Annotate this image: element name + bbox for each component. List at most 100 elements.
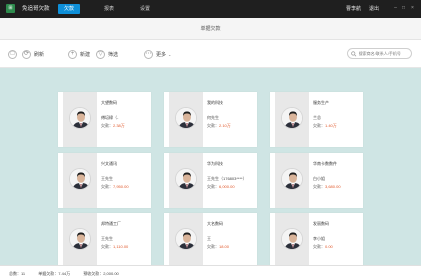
filter-label: 筛选 [108, 51, 119, 58]
debt-line: 欠款：6,000.00 [207, 184, 235, 190]
close-icon[interactable]: × [409, 4, 416, 13]
debt-label: 欠款： [313, 123, 325, 128]
contact-person: 兰总 [313, 115, 321, 120]
new-button[interactable]: + 新建 [68, 49, 90, 59]
customer-name: 大望数码 [101, 100, 117, 105]
page-title: 单据欠款 [200, 26, 221, 32]
contact-person: 王先生 [101, 176, 113, 181]
app-title: 免追哥欠款 [22, 6, 50, 12]
avatar-panel [275, 153, 309, 208]
tab-reports[interactable]: 报表 [98, 4, 120, 14]
avatar-panel [63, 213, 97, 268]
debt-line: 欠款：18.00 [207, 244, 229, 250]
logout-button[interactable]: 退出 [369, 0, 379, 18]
customer-card[interactable]: 发丽数码 李小姐 欠款：0.00 [270, 213, 363, 268]
debt-line: 欠款：3,680.00 [313, 184, 341, 190]
debt-label: 欠款： [101, 244, 113, 249]
debt-amount: 7,950.00 [113, 184, 129, 189]
search-input[interactable] [358, 51, 411, 56]
customer-name: 我的科技 [207, 100, 223, 105]
debt-amount: 18.00 [219, 244, 230, 249]
toolbar: □ ⟳ 刷新 + 新建 ▽ 筛选 ⋯ 更多 ⌄ [0, 40, 421, 68]
tab-settings[interactable]: 设置 [134, 4, 156, 14]
debt-amount: 2.10万 [219, 123, 231, 128]
filter-icon: ▽ [96, 49, 105, 59]
app-logo-icon: ⊞ [6, 4, 15, 13]
prepaid-debt-total: 预收欠款：2,000.00 [83, 271, 119, 276]
checkbox-icon: □ [8, 49, 17, 59]
search-icon [351, 50, 357, 56]
contact-person: 王先生（176803****） [207, 176, 247, 181]
avatar [69, 168, 91, 190]
debt-line: 欠款：1.40万 [313, 123, 337, 129]
top-bar: ⊞ 免追哥欠款 欠款 报表 设置 曹李航 退出 – □ × [0, 0, 421, 18]
customer-card[interactable]: 大名数码王欠款：18.00 [164, 213, 257, 268]
avatar [69, 228, 91, 250]
avatar-panel [63, 92, 97, 147]
customer-card[interactable]: 兴文通讯王先生欠款：7,950.00 [58, 153, 151, 208]
debt-line: 欠款：2.38万 [101, 123, 125, 129]
customer-name: 华为科技 [207, 161, 223, 166]
customer-card[interactable]: 大望数码傅培棣（- 欠款：2.38万 [58, 92, 151, 147]
new-label: 新建 [80, 51, 91, 58]
status-bar: 总数：11 单据欠款：7.44万 预收欠款：2,000.00 [0, 265, 421, 280]
search-box[interactable] [347, 48, 412, 59]
chevron-down-icon: ⌄ [168, 51, 172, 57]
more-icon: ⋯ [144, 49, 153, 59]
customer-name: 华南卡数数件 [313, 161, 337, 166]
customer-name: 服务生产 [313, 100, 329, 105]
debt-line: 欠款：7,950.00 [101, 184, 129, 190]
customer-name: 发丽数码 [313, 221, 329, 226]
avatar-panel [275, 213, 309, 268]
debt-line: 欠款：1,110.00 [101, 244, 128, 250]
total-count: 总数：11 [9, 271, 26, 276]
avatar [281, 228, 303, 250]
avatar-panel [275, 92, 309, 147]
debt-line: 欠款：2.10万 [207, 123, 231, 129]
customer-card[interactable]: 华为科技王先生（176803****） 欠款：6,000.00 [164, 153, 257, 208]
refresh-button[interactable]: ⟳ 刷新 [22, 49, 44, 59]
more-label: 更多 [156, 51, 167, 58]
debt-label: 欠款： [313, 244, 325, 249]
current-user[interactable]: 曹李航 [346, 0, 361, 18]
contact-person: 王 [207, 236, 211, 241]
order-debt-total: 单据欠款：7.44万 [38, 271, 71, 276]
debt-label: 欠款： [313, 184, 325, 189]
contact-person: 王先生 [101, 236, 113, 241]
debt-amount: 0.00 [325, 244, 333, 249]
tab-debts[interactable]: 欠款 [58, 4, 80, 14]
debt-amount: 1,110.00 [113, 244, 129, 249]
debt-label: 欠款： [101, 184, 113, 189]
contact-person: 何先生 [207, 115, 219, 120]
avatar-panel [169, 92, 203, 147]
avatar-panel [169, 213, 203, 268]
more-button[interactable]: ⋯ 更多 ⌄ [144, 49, 171, 59]
customer-card[interactable]: 华南卡数数件 白小姐欠款：3,680.00 [270, 153, 363, 208]
refresh-label: 刷新 [34, 51, 45, 58]
debt-label: 欠款： [207, 123, 219, 128]
plus-icon: + [68, 49, 77, 59]
customer-card[interactable]: 我的科技何先生欠款：2.10万 [164, 92, 257, 147]
contact-person: 白小姐 [313, 176, 325, 181]
contact-person: 傅培棣（- [101, 115, 119, 120]
avatar [175, 228, 197, 250]
refresh-icon: ⟳ [22, 49, 31, 59]
debt-label: 欠款： [101, 123, 113, 128]
avatar [281, 107, 303, 129]
avatar-panel [63, 153, 97, 208]
page-header: 单据欠款 [0, 18, 421, 40]
customer-card[interactable]: 邦特通工厂王先生欠款：1,110.00 [58, 213, 151, 268]
customer-card[interactable]: 服务生产兰总欠款：1.40万 [270, 92, 363, 147]
minimize-icon[interactable]: – [392, 4, 399, 13]
maximize-icon[interactable]: □ [400, 4, 407, 13]
customer-name: 大名数码 [207, 221, 223, 226]
customer-name: 邦特通工厂 [101, 221, 121, 226]
avatar [175, 168, 197, 190]
customer-name: 兴文通讯 [101, 161, 117, 166]
debt-line: 欠款：0.00 [313, 244, 333, 250]
select-all-button[interactable]: □ [8, 49, 20, 59]
filter-button[interactable]: ▽ 筛选 [96, 49, 118, 59]
debt-label: 欠款： [207, 184, 219, 189]
debt-amount: 2.38万 [113, 123, 125, 128]
avatar [69, 107, 91, 129]
